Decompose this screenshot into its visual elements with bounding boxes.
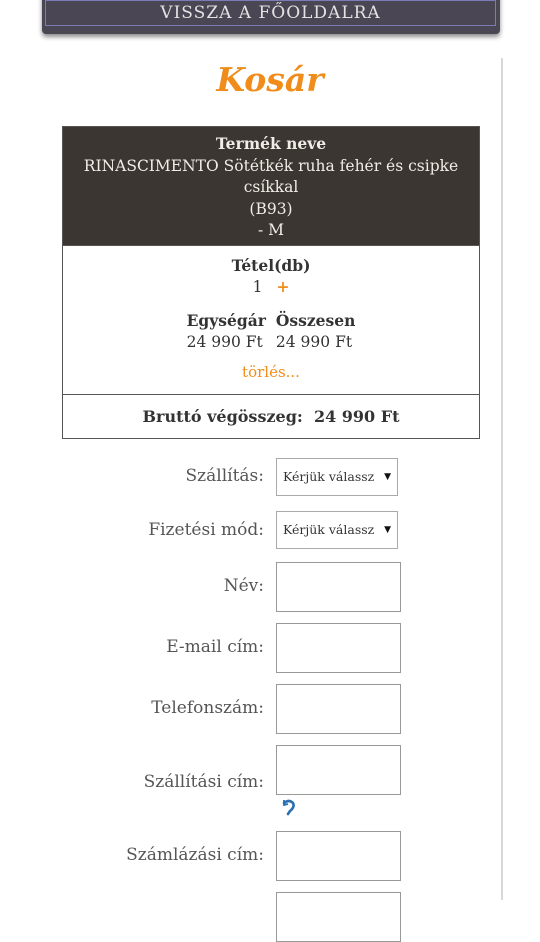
content-border [501,58,503,900]
page-title: Kosár [216,60,324,99]
unit-price-value: 24 990 Ft [186,333,263,351]
shipping-address-label: Szállítási cím: [143,772,264,792]
quantity-row: 1 + [63,277,479,296]
product-name: RINASCIMENTO Sötétkék ruha fehér és csip… [83,156,459,197]
refresh-icon[interactable] [282,798,296,818]
product-size: - M [257,221,285,239]
quantity-heading: Tétel(db) [231,256,311,275]
billing-address-field[interactable] [276,831,401,881]
email-field[interactable] [276,623,401,673]
price-row: Egységár 24 990 Ft Összesen 24 990 Ft [63,310,479,353]
total-column: Összesen 24 990 Ft [271,310,360,353]
gross-total-label: Bruttó végösszeg: [142,407,303,426]
back-to-home-link[interactable]: VISSZA A FŐOLDALRA [45,0,496,26]
product-name-heading: Termék neve [215,134,327,153]
shipping-select[interactable]: Kérjük válassz ▼ [276,458,398,496]
unit-price-heading: Egységár [186,311,266,330]
delete-item-link[interactable]: törlés... [63,363,479,381]
unit-price-column: Egységár 24 990 Ft [182,310,271,353]
cart-product-header: Termék neve RINASCIMENTO Sötétkék ruha f… [63,127,479,245]
triangle-down-icon: ▼ [384,472,391,482]
gross-total-row: Bruttó végösszeg: 24 990 Ft [63,394,479,439]
phone-label: Telefonszám: [151,698,264,718]
name-field[interactable] [276,562,401,612]
shipping-address-field[interactable] [276,745,401,795]
quantity-value: 1 [252,278,263,296]
gross-total-value: 24 990 Ft [313,407,400,426]
total-value: 24 990 Ft [275,333,353,351]
billing-address-label: Számlázási cím: [126,845,264,865]
phone-field[interactable] [276,684,401,734]
cart-table: Termék neve RINASCIMENTO Sötétkék ruha f… [62,126,480,439]
total-heading: Összesen [275,311,356,330]
back-to-home-bar[interactable]: VISSZA A FŐOLDALRA [42,0,500,34]
triangle-down-icon: ▼ [384,525,391,535]
payment-select-value: Kérjük válassz [283,522,375,537]
payment-select[interactable]: Kérjük válassz ▼ [276,511,398,549]
name-label: Név: [223,576,264,596]
payment-label: Fizetési mód: [148,520,264,540]
shipping-label: Szállítás: [185,466,264,486]
increase-quantity-button[interactable]: + [276,277,289,296]
product-code: (B93) [249,199,293,218]
cart-item-details: Tétel(db) 1 + Egységár 24 990 Ft Összesen… [63,245,479,394]
email-label: E-mail cím: [166,637,264,657]
shipping-select-value: Kérjük válassz [283,469,375,484]
